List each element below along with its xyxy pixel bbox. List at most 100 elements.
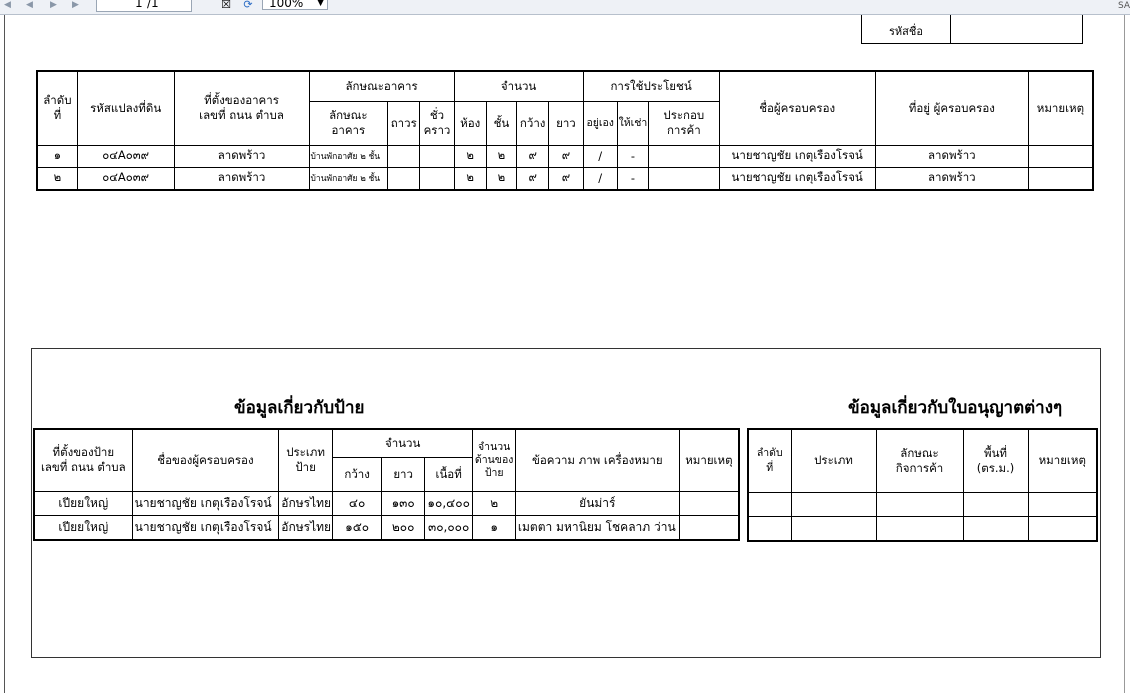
cell-sign-width: ๔๐	[331, 490, 383, 516]
page-number-field[interactable]: 1 /1	[96, 0, 192, 12]
page-current: 1	[135, 0, 143, 10]
cell-permanent	[387, 144, 421, 168]
cell-owner: นายชาญชัย เกตุเรืองโรจน์	[718, 166, 876, 190]
prev-page-icon[interactable]: ◀	[26, 0, 33, 10]
sign-section-title: ข้อมูลเกี่ยวกับป้าย	[234, 398, 365, 418]
cell-address: ลาดพร้าว	[874, 144, 1029, 168]
cell-license-business	[875, 515, 964, 541]
cell-live: /	[582, 144, 618, 168]
cell-rent: -	[616, 166, 650, 190]
col-char-permanent: ถาวร	[387, 100, 421, 146]
cell-license-seq	[747, 515, 792, 541]
cell-sign-owner: นายชาญชัย เกตุเรืองโรจน์	[131, 490, 280, 516]
first-page-icon[interactable]: ◀	[4, 0, 11, 10]
cell-location: ลาดพร้าว	[173, 144, 310, 168]
building-table: ลำดับ ที่ รหัสแปลงที่ดิน ที่ตั้งของอาคาร…	[36, 70, 1094, 191]
cell-sign-type: อักษรไทยล้วน	[278, 490, 333, 516]
cell-license-remark	[1027, 491, 1098, 517]
cell-license-remark	[1027, 515, 1098, 541]
cell-floors: ๒	[485, 166, 518, 190]
cell-license-seq	[747, 491, 792, 517]
cell-sign-length: ๒๐๐	[381, 514, 425, 540]
col-count: จำนวน	[453, 70, 584, 102]
cell-business	[648, 144, 720, 168]
cell-type: บ้านพักอาศัย ๒ ชั้น	[308, 166, 389, 190]
cell-sign-text: ยันม่าร์	[514, 490, 680, 516]
col-license-type: ประเภท	[790, 428, 877, 493]
table-row: ๑ ๐๔A๐๓๙ ลาดพร้าว บ้านพักอาศัย ๒ ชั้น ๒ …	[36, 144, 1094, 168]
cell-sign-owner: นายชาญชัย เกตุเรืองโรจน์	[131, 514, 280, 540]
cell-sign-remark	[678, 514, 740, 540]
cell-remark	[1027, 144, 1094, 168]
cell-license-area	[962, 515, 1029, 541]
col-count-rooms: ห้อง	[453, 100, 487, 146]
cell-sign-location: เปียยใหญ่	[33, 490, 133, 516]
sign-table: ที่ตั้งของป้าย เลขที่ ถนน ตำบล ชื่อของผู…	[33, 428, 740, 541]
refresh-icon[interactable]: ⟳	[242, 0, 254, 10]
cell-seq: ๒	[36, 166, 78, 190]
col-remark: หมายเหตุ	[1027, 70, 1094, 146]
cell-rent: -	[616, 144, 650, 168]
cell-live: /	[582, 166, 618, 190]
col-sign-owner: ชื่อของผู้ครอบครอง	[131, 428, 280, 492]
cell-sign-type: อักษรไทยล้วน	[278, 514, 333, 540]
cell-sign-sides: ๒	[472, 490, 516, 516]
page-left-edge	[4, 15, 5, 693]
zoom-value: 100%	[269, 0, 304, 10]
cell-address: ลาดพร้าว	[874, 166, 1029, 190]
cell-owner: นายชาญชัย เกตุเรืองโรจน์	[718, 144, 876, 168]
col-license-remark: หมายเหตุ	[1027, 428, 1098, 493]
next-page-icon[interactable]: ▶	[50, 0, 57, 10]
tax-id-value	[951, 15, 1081, 43]
cell-width: ๙	[516, 144, 550, 168]
col-sign-type: ประเภท ป้าย	[278, 428, 333, 492]
tax-id-label: รหัสชื่อ	[862, 15, 951, 43]
col-license-business: ลักษณะ กิจการค้า	[875, 428, 964, 493]
table-row: เปียยใหญ่ นายชาญชัย เกตุเรืองโรจน์ อักษร…	[33, 490, 740, 516]
col-sign-width: กว้าง	[331, 456, 383, 492]
col-count-floors: ชั้น	[485, 100, 518, 146]
col-license-area: พื้นที่ (ตร.ม.)	[962, 428, 1029, 493]
col-usage-business: ประกอบ การค้า	[648, 100, 720, 146]
cell-parcel: ๐๔A๐๓๙	[76, 166, 175, 190]
license-table: ลำดับ ที่ ประเภท ลักษณะ กิจการค้า พื้นที…	[747, 428, 1098, 542]
page-total: /1	[147, 0, 159, 10]
cell-width: ๙	[516, 166, 550, 190]
col-license-seq: ลำดับ ที่	[747, 428, 792, 493]
col-parcel-code: รหัสแปลงที่ดิน	[76, 70, 175, 146]
col-usage: การใช้ประโยชน์	[582, 70, 720, 102]
cell-sign-length: ๑๓๐	[381, 490, 425, 516]
page-right-edge	[1124, 15, 1125, 693]
cell-sign-location: เปียยใหญ่	[33, 514, 133, 540]
col-count-width: กว้าง	[516, 100, 550, 146]
col-usage-rent: ให้เช่า	[616, 100, 650, 146]
chevron-down-icon: ▼	[317, 0, 324, 8]
col-sign-count: จำนวน	[331, 428, 474, 458]
cell-floors: ๒	[485, 144, 518, 168]
cell-location: ลาดพร้าว	[173, 166, 310, 190]
cell-sign-text: เมตตา มหานิยม โชคลาภ ว่าน	[514, 514, 680, 540]
cell-rooms: ๒	[453, 166, 487, 190]
cell-temporary	[419, 144, 455, 168]
last-page-icon[interactable]: ▶	[72, 0, 79, 10]
col-count-length: ยาว	[548, 100, 584, 146]
report-toolbar: ◀ ◀ ▶ ▶ 1 /1 ☒ ⟳ 100% ▼ SA	[0, 0, 1130, 15]
tax-id-box: รหัสชื่อ	[861, 15, 1083, 44]
cell-license-type	[790, 491, 877, 517]
cell-sign-area: ๑๐,๔๐๐	[423, 490, 474, 516]
cell-sign-remark	[678, 490, 740, 516]
cell-license-business	[875, 491, 964, 517]
license-section-title: ข้อมูลเกี่ยวกับใบอนุญาตต่างๆ	[848, 398, 1063, 418]
cell-sign-area: ๓๐,๐๐๐	[423, 514, 474, 540]
col-sign-length: ยาว	[381, 456, 425, 492]
col-sign-area: เนื้อที่	[423, 456, 474, 492]
col-building-location: ที่ตั้งของอาคาร เลขที่ ถนน ตำบล	[173, 70, 310, 146]
stop-icon[interactable]: ☒	[220, 0, 232, 10]
zoom-select[interactable]: 100% ▼	[262, 0, 328, 10]
cell-type: บ้านพักอาศัย ๒ ชั้น	[308, 144, 389, 168]
col-seq: ลำดับ ที่	[36, 70, 78, 146]
table-row	[747, 491, 1098, 517]
cell-length: ๙	[548, 166, 584, 190]
table-row	[747, 515, 1098, 541]
cell-rooms: ๒	[453, 144, 487, 168]
